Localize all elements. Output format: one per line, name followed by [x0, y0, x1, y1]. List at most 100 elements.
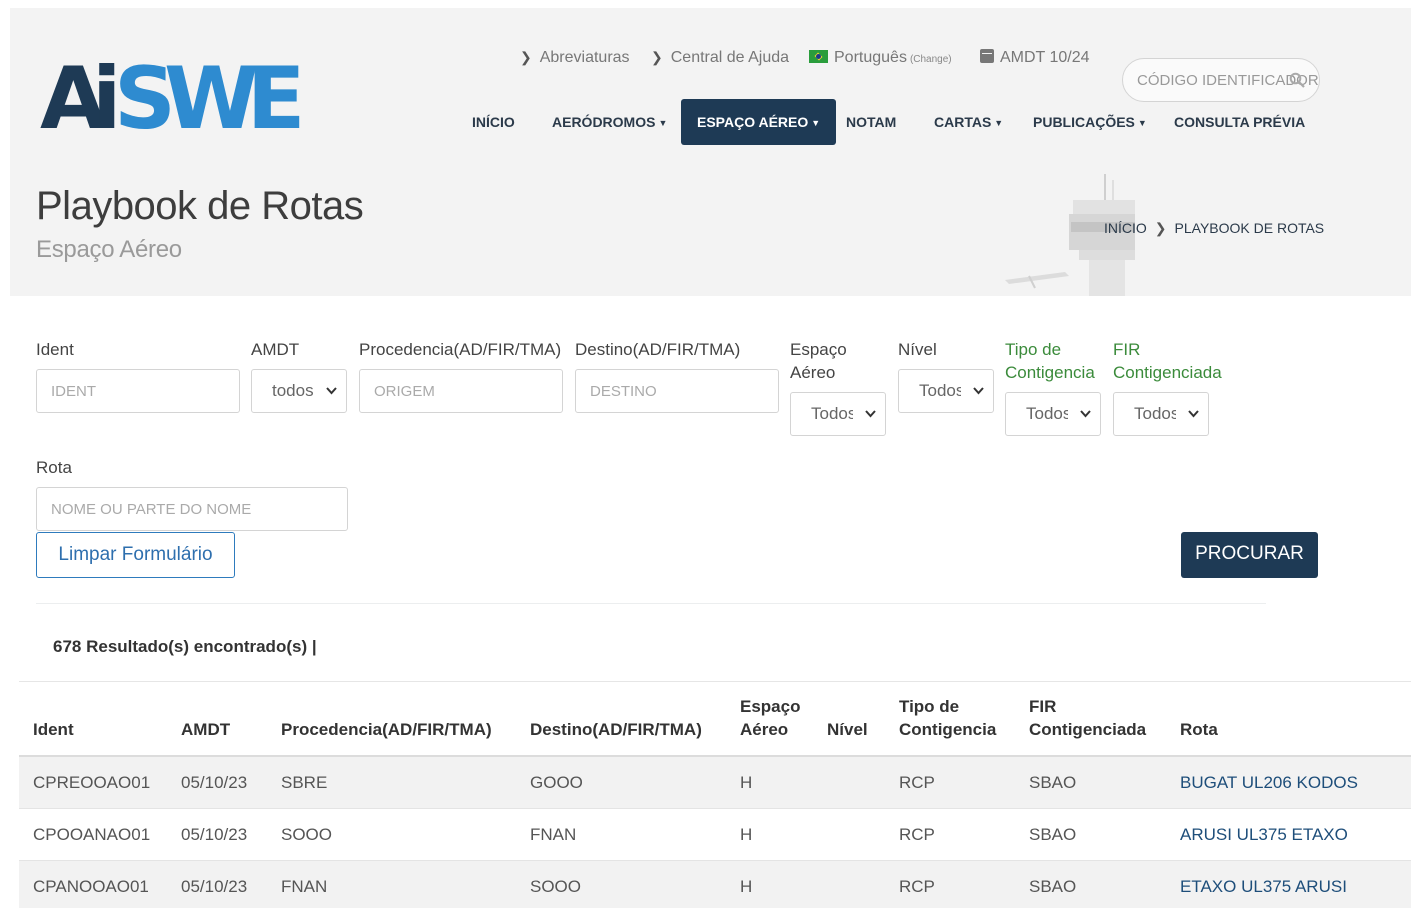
col-header-espaco-line2: Aéreo — [740, 720, 789, 739]
breadcrumb-chevron-icon: ❯ — [1154, 220, 1167, 236]
cell-procedencia: SOOO — [281, 825, 333, 844]
cell-rota-link[interactable]: ETAXO UL375 ARUSI — [1180, 877, 1347, 897]
cell-tipo-contigencia: RCP — [899, 877, 935, 896]
col-header-espaco-line1: Espaço — [740, 697, 801, 716]
ident-field[interactable]: IDENT — [36, 369, 240, 413]
language-selector[interactable]: Português (Change) — [809, 49, 952, 67]
col-header-espaco-aereo[interactable]: Espaço Aéreo — [740, 695, 800, 741]
cell-rota-link[interactable]: ARUSI UL375 ETAXO — [1180, 825, 1348, 845]
cell-ident: CPANOOAO01 — [33, 877, 149, 896]
cell-amdt: 05/10/23 — [181, 825, 248, 844]
tipo-label-line1: Tipo de — [1005, 340, 1062, 359]
table-row[interactable]: CPOOANAO01 05/10/23 SOOO FNAN H RCP SBAO… — [19, 809, 1411, 861]
espaco-label-line2: Aéreo — [790, 363, 836, 382]
breadcrumb-current: PLAYBOOK DE ROTAS — [1174, 220, 1325, 236]
search-icon[interactable] — [1289, 72, 1305, 88]
col-header-ident[interactable]: Ident — [33, 718, 74, 741]
clear-form-button[interactable]: Limpar Formulário — [36, 532, 235, 578]
espaco-label-line1: Espaço — [790, 340, 847, 359]
nav-inicio-label: INÍCIO — [472, 114, 515, 130]
chevron-down-icon — [865, 410, 876, 418]
nivel-select[interactable]: Todos — [898, 369, 994, 413]
col-header-destino[interactable]: Destino(AD/FIR/TMA) — [530, 718, 702, 741]
result-count: 678 Resultado(s) encontrado(s) | — [53, 637, 317, 656]
nav-aerodromos[interactable]: AERÓDROMOS ▼ — [552, 99, 667, 145]
abbreviations-label: Abreviaturas — [539, 49, 630, 66]
tipo-contigencia-field-label: Tipo de Contigencia — [1005, 338, 1095, 384]
espaco-aereo-field-label: Espaço Aéreo — [790, 338, 847, 384]
form-divider — [36, 603, 1266, 604]
rota-field[interactable]: NOME OU PARTE DO NOME — [36, 487, 348, 531]
origem-field-label: Procedencia(AD/FIR/TMA) — [359, 340, 562, 359]
col-header-fir-contigenciada[interactable]: FIR Contigenciada — [1029, 695, 1146, 741]
cell-destino: GOOO — [530, 773, 583, 792]
fir-contigenciada-field-label: FIR Contigenciada — [1113, 338, 1222, 384]
fir-contigenciada-select[interactable]: Todos — [1113, 392, 1209, 436]
origem-field[interactable]: ORIGEM — [359, 369, 563, 413]
tipo-contigencia-select[interactable]: Todos — [1005, 392, 1101, 436]
nav-consulta-previa[interactable]: CONSULTA PRÉVIA — [1174, 99, 1305, 145]
help-center-link[interactable]: ❯ Central de Ajuda — [651, 49, 789, 67]
amdt-label: AMDT 10/24 — [1000, 49, 1090, 66]
nav-inicio[interactable]: INÍCIO — [472, 99, 515, 145]
cell-destino: SOOO — [530, 877, 582, 896]
caret-down-icon: ▼ — [811, 118, 821, 128]
amdt-select[interactable]: todos — [251, 369, 347, 413]
nav-cartas[interactable]: CARTAS ▼ — [934, 99, 1003, 145]
cell-fir-contigenciada: SBAO — [1029, 773, 1077, 792]
page-title: Playbook de Rotas — [36, 184, 364, 228]
destino-field-placeholder: DESTINO — [590, 383, 657, 400]
cell-tipo-contigencia: RCP — [899, 773, 935, 792]
nav-espaco-aereo[interactable]: ESPAÇO AÉREO ▼ — [681, 99, 837, 145]
fir-label-line1: FIR — [1113, 340, 1141, 359]
chevron-down-icon — [1080, 410, 1091, 418]
col-header-rota[interactable]: Rota — [1180, 718, 1218, 741]
language-change-link[interactable]: (Change) — [910, 54, 952, 65]
table-row[interactable]: CPANOOAO01 05/10/23 FNAN SOOO H RCP SBAO… — [19, 861, 1411, 908]
nav-cartas-label: CARTAS — [934, 114, 992, 130]
ident-field-placeholder: IDENT — [51, 383, 96, 400]
brazil-flag-icon — [809, 50, 828, 63]
cell-amdt: 05/10/23 — [181, 773, 248, 792]
col-header-amdt[interactable]: AMDT — [181, 718, 230, 741]
origem-field-placeholder: ORIGEM — [374, 383, 435, 400]
nav-notam[interactable]: NOTAM — [846, 99, 896, 145]
cell-amdt: 05/10/23 — [181, 877, 248, 896]
amdt-indicator[interactable]: AMDT 10/24 — [980, 49, 1090, 67]
cell-fir-contigenciada: SBAO — [1029, 825, 1077, 844]
cell-espaco-aereo: H — [740, 773, 753, 792]
col-header-fir-line2: Contigenciada — [1029, 720, 1147, 739]
cell-ident: CPOOANAO01 — [33, 825, 151, 844]
cell-ident: CPREOOAO01 — [33, 773, 151, 792]
ident-search-input[interactable]: CÓDIGO IDENTIFICADOR — [1122, 58, 1320, 102]
destino-field-label: Destino(AD/FIR/TMA) — [575, 340, 741, 359]
caret-down-icon: ▼ — [1137, 118, 1147, 128]
col-header-nivel[interactable]: Nível — [827, 718, 868, 741]
nav-notam-label: NOTAM — [846, 114, 897, 130]
search-button[interactable]: PROCURAR — [1181, 532, 1318, 578]
nav-aerodromos-label: AERÓDROMOS — [552, 114, 656, 130]
table-row[interactable]: CPREOOAO01 05/10/23 SBRE GOOO H RCP SBAO… — [19, 757, 1411, 809]
nav-publicacoes[interactable]: PUBLICAÇÕES ▼ — [1033, 99, 1147, 145]
breadcrumb-home[interactable]: INÍCIO — [1104, 220, 1147, 236]
page-subtitle: Espaço Aéreo — [36, 236, 182, 263]
cell-procedencia: SBRE — [281, 773, 328, 792]
amdt-field-label: AMDT — [251, 340, 300, 359]
destino-field[interactable]: DESTINO — [575, 369, 779, 413]
chevron-down-icon — [973, 387, 984, 395]
fir-label-line2: Contigenciada — [1113, 363, 1222, 382]
chevron-right-icon: ❯ — [651, 49, 663, 65]
abbreviations-link[interactable]: ❯ Abreviaturas — [520, 49, 630, 67]
nivel-field-label: Nível — [898, 340, 937, 359]
col-header-procedencia[interactable]: Procedencia(AD/FIR/TMA) — [281, 718, 492, 741]
cell-tipo-contigencia: RCP — [899, 825, 935, 844]
results-table: Ident AMDT Procedencia(AD/FIR/TMA) Desti… — [19, 681, 1411, 908]
espaco-aereo-select-value: Todos — [811, 404, 853, 423]
col-header-tipo-contigencia[interactable]: Tipo de Contigencia — [899, 695, 996, 741]
help-center-label: Central de Ajuda — [670, 49, 790, 66]
nivel-select-value: Todos — [919, 381, 961, 400]
espaco-aereo-select[interactable]: Todos — [790, 392, 886, 436]
col-header-tipo-line2: Contigencia — [899, 720, 997, 739]
cell-rota-link[interactable]: BUGAT UL206 KODOS — [1180, 773, 1358, 793]
chevron-down-icon — [1188, 410, 1199, 418]
